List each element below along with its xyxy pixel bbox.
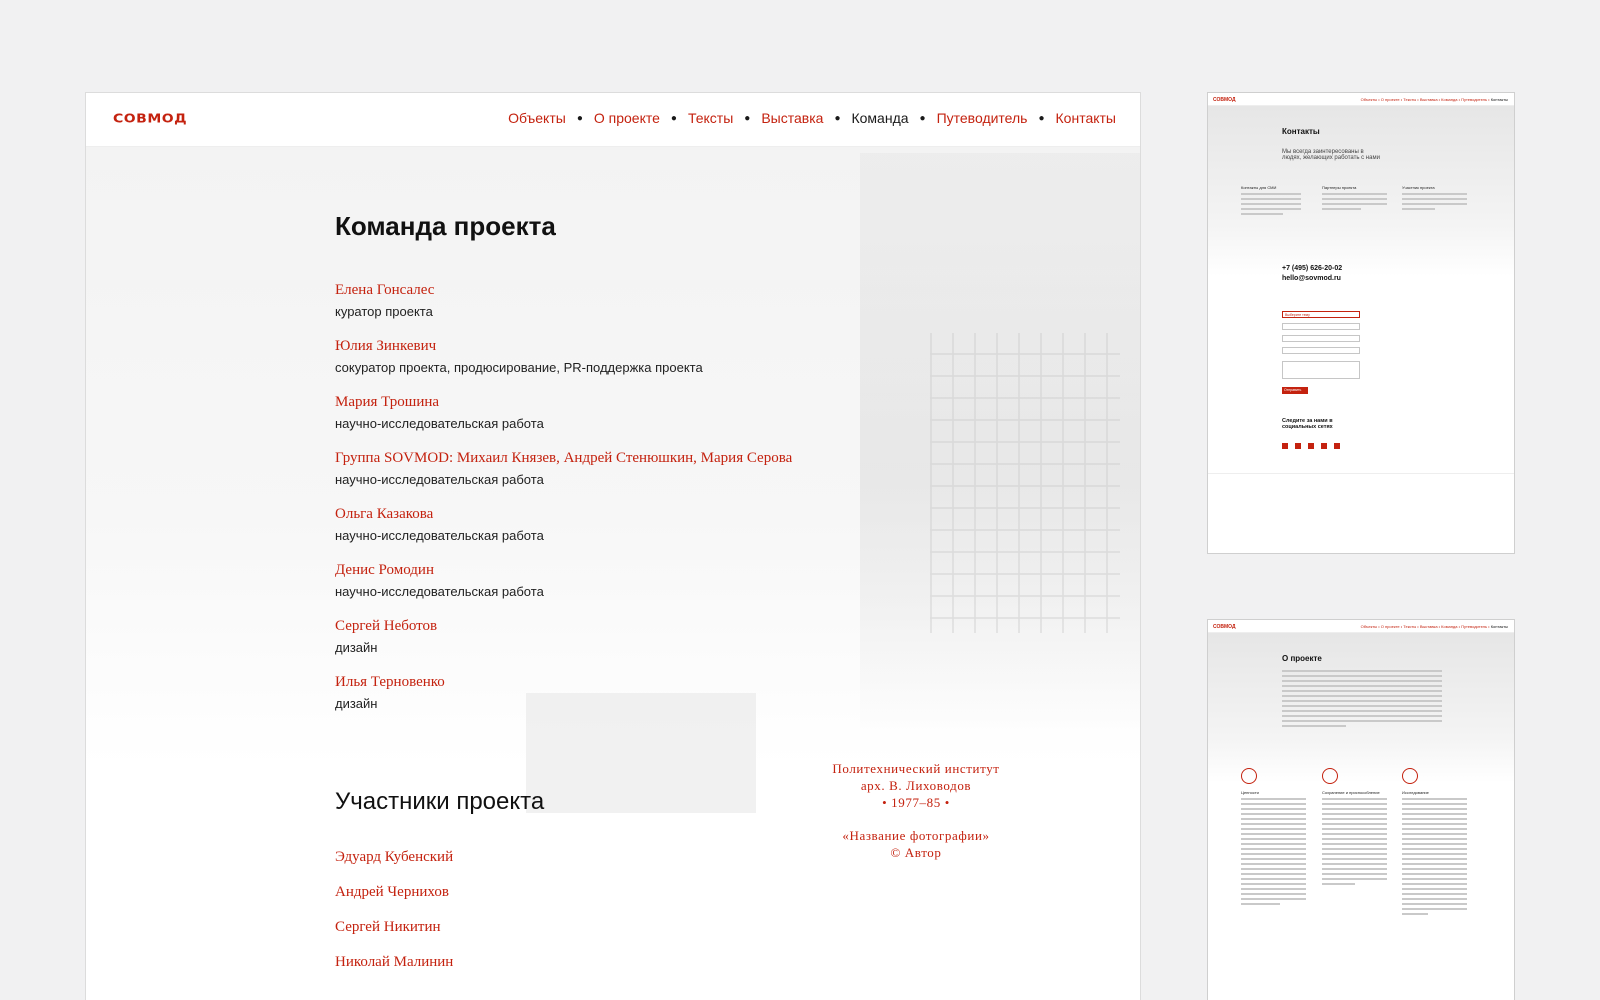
member-role: куратор проекта [335,304,433,319]
thumb-col-research: Исследование [1402,790,1429,795]
member-name[interactable]: Денис Ромодин [335,562,792,579]
thumb-text-lines [1241,798,1306,908]
caption-author: © Автор [890,845,942,860]
main-page-preview: СОВМОД Объекты ● О проекте ● Тексты ● Вы… [85,92,1141,1000]
building-windows [930,333,1120,633]
thumb-social-title: Следите за нами в социальных сетях [1282,418,1333,430]
participant-name[interactable]: Андрей Чернихов [335,884,453,919]
thumb-text-lines [1241,193,1301,218]
nav-separator: ● [919,112,926,124]
team-member: Елена Гонсалес куратор проекта [335,282,792,338]
thumb-col-media: Контакты для СМИ [1241,185,1277,190]
caption-object: Политехнический институт [832,761,1000,776]
member-name[interactable]: Сергей Неботов [335,618,792,635]
main-nav: Объекты ● О проекте ● Тексты ● Выставка … [508,110,1116,126]
team-member: Юлия Зинкевич сокуратор проекта, продюсир… [335,338,792,394]
thumb-col-values: Ценности [1241,790,1259,795]
nav-separator: ● [576,112,583,124]
thumb-footer [1208,473,1514,553]
participant-name[interactable]: Сергей Никитин [335,919,453,954]
thumb-header: СОВМОД Объекты • О проекте • Тексты • Вы… [1208,93,1514,106]
thumb-field-name [1282,323,1360,330]
site-logo[interactable]: СОВМОД [113,112,187,126]
nav-separator: ● [1038,112,1045,124]
thumb-logo: СОВМОД [1213,97,1236,103]
thumb-select: Выберите тему [1282,311,1360,318]
member-name[interactable]: Юлия Зинкевич [335,338,792,355]
nav-item-objects[interactable]: Объекты [508,110,566,126]
member-role: научно-исследовательская работа [335,416,544,431]
nav-item-exhibition[interactable]: Выставка [761,110,823,126]
contacts-page-thumbnail: СОВМОД Объекты • О проекте • Тексты • Вы… [1207,92,1515,554]
member-name[interactable]: Ольга Казакова [335,506,792,523]
member-role: сокуратор проекта, продюсирование, PR-по… [335,360,703,375]
thumb-col-preservation: Сохранение и приспособление [1322,790,1380,795]
thumb-text-lines [1282,670,1442,730]
team-member: Сергей Неботов дизайн [335,618,792,674]
participants-list: Эдуард Кубенский Андрей Чернихов Сергей … [335,849,453,989]
thumb-phone: +7 (495) 626-20-02 [1282,265,1343,272]
nav-item-contacts[interactable]: Контакты [1056,110,1116,126]
thumb-lead: Мы всегда заинтересованы в людях, желающ… [1282,149,1380,161]
member-role: научно-исследовательская работа [335,472,544,487]
participant-name[interactable]: Эдуард Кубенский [335,849,453,884]
thumb-field-phone [1282,335,1360,342]
nav-item-texts[interactable]: Тексты [688,110,733,126]
member-role: научно-исследовательская работа [335,528,544,543]
thumb-text-lines [1402,193,1467,213]
member-role: научно-исследовательская работа [335,584,544,599]
page-title: Команда проекта [335,211,556,241]
about-page-thumbnail: СОВМОД Объекты • О проекте • Тексты • Вы… [1207,619,1515,1000]
caption-architect: арх. В. Лиховодов [860,778,972,793]
nav-item-team[interactable]: Команда [851,110,908,126]
member-name[interactable]: Группа SOVMOD: Михаил Князев, Андрей Сте… [335,450,792,467]
team-member: Илья Терновенко дизайн [335,674,792,730]
thumb-nav: Объекты • О проекте • Тексты • Выставка … [1360,624,1508,629]
thumb-nav: Объекты • О проекте • Тексты • Выставка … [1360,97,1508,102]
values-icon [1241,768,1257,784]
thumb-submit-button: Отправить [1282,387,1308,394]
site-header: СОВМОД Объекты ● О проекте ● Тексты ● Вы… [86,93,1140,147]
caption-photo-title: «Название фотографии» [842,828,990,843]
thumb-field-email [1282,347,1360,354]
thumb-title: Контакты [1282,127,1320,136]
nav-item-guide[interactable]: Путеводитель [937,110,1028,126]
team-member: Мария Трошина научно-исследовательская ра… [335,394,792,450]
member-name[interactable]: Мария Трошина [335,394,792,411]
preservation-icon [1322,768,1338,784]
thumb-field-message [1282,361,1360,379]
thumb-col-participant: Участник проекта [1402,185,1435,190]
team-member: Группа SOVMOD: Михаил Князев, Андрей Сте… [335,450,792,506]
member-name[interactable]: Илья Терновенко [335,674,792,691]
thumb-text-lines [1402,798,1467,918]
team-section: Команда проекта Елена Гонсалес куратор пр… [335,211,792,730]
team-member: Денис Ромодин научно-исследовательская ра… [335,562,792,618]
thumb-header: СОВМОД Объекты • О проекте • Тексты • Вы… [1208,620,1514,633]
thumb-title: О проекте [1282,654,1322,663]
team-member: Ольга Казакова научно-исследовательская р… [335,506,792,562]
nav-separator: ● [670,112,677,124]
member-role: дизайн [335,640,378,655]
thumb-col-partners: Партнеры проекта [1322,185,1357,190]
thumb-text-lines [1322,193,1387,213]
caption-years: • 1977–85 • [882,795,950,810]
thumb-email: hello@sovmod.ru [1282,275,1341,282]
participant-name[interactable]: Николай Малинин [335,954,453,989]
thumb-logo: СОВМОД [1213,624,1236,630]
participants-title: Участники проекта [335,788,545,815]
team-list: Елена Гонсалес куратор проекта Юлия Зинке… [335,282,792,730]
nav-item-about[interactable]: О проекте [594,110,660,126]
thumb-hero-photo [1208,106,1514,276]
thumb-social-icons [1282,443,1340,449]
nav-separator: ● [834,112,841,124]
nav-separator: ● [744,112,751,124]
research-icon [1402,768,1418,784]
photo-caption: Политехнический институт арх. В. Лиховод… [806,760,1026,861]
member-role: дизайн [335,696,378,711]
thumb-text-lines [1322,798,1387,888]
member-name[interactable]: Елена Гонсалес [335,282,792,299]
